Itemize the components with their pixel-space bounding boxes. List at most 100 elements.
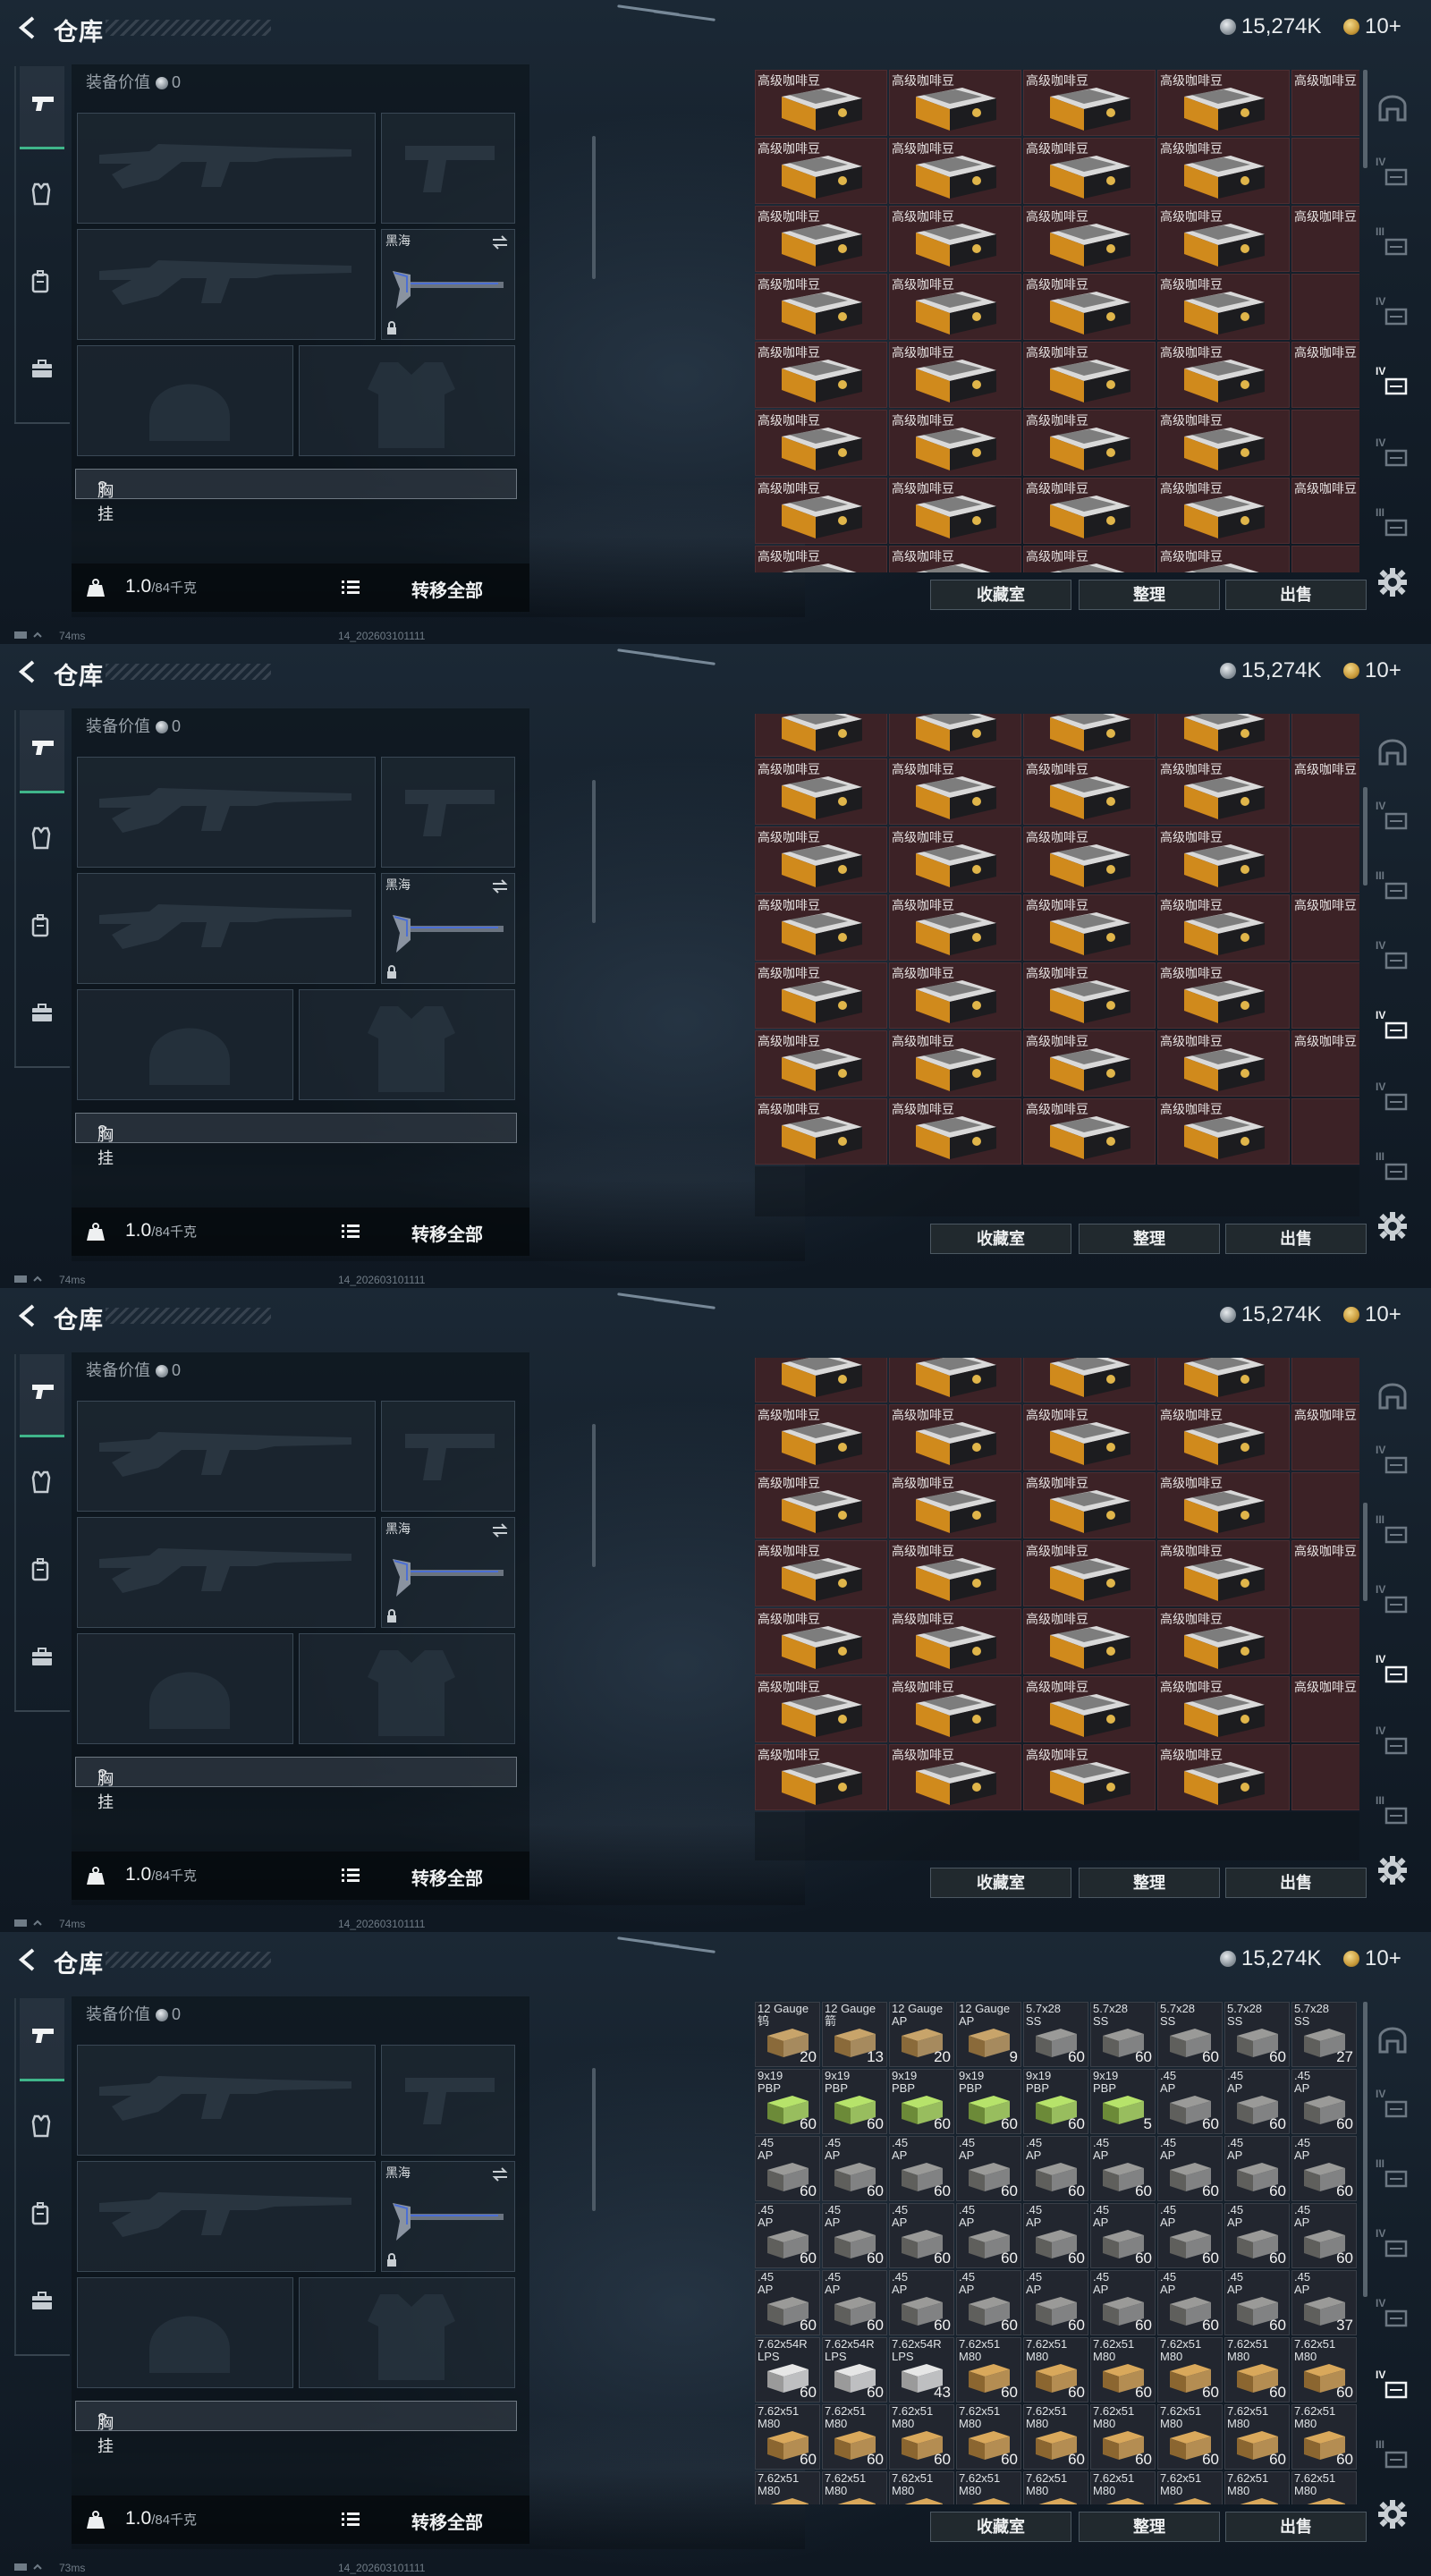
ammo-item[interactable]: .45 AP 60	[1090, 2270, 1156, 2335]
ammo-item[interactable]: 9x19 PBP 60	[822, 2069, 887, 2134]
ammo-item[interactable]: .45 AP 60	[1291, 2069, 1357, 2134]
coffee-item[interactable]: 高级咖啡豆	[1157, 410, 1290, 476]
vault-button[interactable]: 收藏室	[930, 580, 1071, 610]
melee-slot[interactable]: 黑海	[381, 2161, 515, 2272]
coffee-item[interactable]: 高级咖啡豆	[755, 826, 887, 893]
ammo-item[interactable]: 5.7x28 SS 27	[1291, 2002, 1357, 2067]
tab-weapons[interactable]	[20, 710, 64, 793]
coffee-item[interactable]: 高级咖啡豆	[889, 138, 1021, 204]
equipment-scrollbar[interactable]	[592, 780, 596, 923]
secondary-weapon-slot[interactable]	[77, 873, 376, 984]
ammo-item[interactable]: 9x19 PBP 60	[956, 2069, 1021, 2134]
storage-home-tab[interactable]	[1370, 86, 1420, 131]
tab-weapons[interactable]	[20, 1998, 64, 2081]
list-icon[interactable]	[342, 2512, 360, 2526]
coffee-item[interactable]: 高级咖啡豆	[1157, 478, 1290, 544]
coffee-bag-item[interactable]: 高级咖啡豆	[1291, 894, 1359, 961]
ammo-item[interactable]: .45 AP 60	[956, 2136, 1021, 2201]
coffee-item[interactable]: 高级咖啡豆	[1157, 206, 1290, 272]
coffee-bag-item[interactable]	[1291, 714, 1359, 757]
coffee-item[interactable]: 高级咖啡豆	[1023, 478, 1156, 544]
storage-page-tab[interactable]: IV	[1370, 1440, 1420, 1485]
armor-slot[interactable]	[299, 989, 515, 1100]
coffee-item[interactable]: 高级咖啡豆	[1023, 1744, 1156, 1810]
coffee-bag-item[interactable]	[1291, 138, 1359, 204]
transfer-all-button[interactable]: 转移全部	[411, 1220, 483, 1246]
coffee-bag-item[interactable]	[1291, 1608, 1359, 1674]
ammo-item[interactable]: 7.62x51 M80	[822, 2471, 887, 2504]
ammo-item[interactable]: .45 AP 60	[755, 2136, 820, 2201]
coffee-item[interactable]: 高级咖啡豆	[889, 1540, 1021, 1606]
coffee-item[interactable]: 高级咖啡豆	[1023, 1608, 1156, 1674]
helmet-slot[interactable]	[77, 345, 293, 456]
equipment-scrollbar[interactable]	[592, 1424, 596, 1567]
coffee-item[interactable]: 高级咖啡豆	[889, 714, 1021, 757]
coffee-item[interactable]: 高级咖啡豆	[1157, 758, 1290, 825]
sell-button[interactable]: 出售	[1225, 2512, 1367, 2542]
storage-page-tab[interactable]: III	[1370, 1791, 1420, 1835]
ammo-item[interactable]: 7.62x51 M80 60	[1224, 2404, 1290, 2470]
coffee-item[interactable]: 高级咖啡豆	[1157, 1676, 1290, 1742]
ammo-item[interactable]: .45 AP 60	[1157, 2203, 1223, 2268]
back-arrow-icon[interactable]	[14, 1302, 41, 1329]
storage-page-tab[interactable]: IV	[1370, 936, 1420, 980]
settings-gear-icon[interactable]	[1377, 567, 1408, 597]
storage-page-tab[interactable]: IV	[1370, 361, 1420, 406]
storage-page-tab[interactable]: IV	[1370, 1649, 1420, 1694]
coffee-item[interactable]: 高级咖啡豆	[755, 1030, 887, 1097]
ammo-item[interactable]: 7.62x51 M80	[956, 2471, 1021, 2504]
coffee-item[interactable]: 高级咖啡豆	[755, 894, 887, 961]
vault-button[interactable]: 收藏室	[930, 1868, 1071, 1898]
ammo-item[interactable]: 7.62x51 M80 60	[1291, 2404, 1357, 2470]
equipment-scrollbar[interactable]	[592, 136, 596, 279]
coffee-item[interactable]: 高级咖啡豆	[1023, 826, 1156, 893]
coffee-bag-item[interactable]: 高级咖啡豆	[1291, 1676, 1359, 1742]
ammo-item[interactable]: 7.62x51 M80 60	[1023, 2337, 1088, 2402]
coffee-item[interactable]: 高级咖啡豆	[1023, 342, 1156, 408]
coffee-bag-item[interactable]	[1291, 1098, 1359, 1165]
tab-backpack[interactable]	[20, 887, 64, 968]
storage-page-tab[interactable]: III	[1370, 503, 1420, 547]
ammo-item[interactable]: 7.62x51 M80 60	[1090, 2404, 1156, 2470]
coffee-item[interactable]: 高级咖啡豆	[1023, 206, 1156, 272]
storage-page-tab[interactable]: IV	[1370, 1005, 1420, 1050]
coffee-item[interactable]: 高级咖啡豆	[889, 546, 1021, 572]
secondary-weapon-slot[interactable]	[77, 2161, 376, 2272]
helmet-slot[interactable]	[77, 989, 293, 1100]
coffee-bag-item[interactable]: 高级咖啡豆	[1291, 342, 1359, 408]
inventory-scrollbar[interactable]	[1363, 787, 1367, 886]
storage-page-tab[interactable]: IV	[1370, 152, 1420, 197]
coffee-bag-item[interactable]	[1291, 1744, 1359, 1810]
chest-rig-slot[interactable]: 胸挂 ?	[75, 1113, 517, 1167]
ammo-item[interactable]: 7.62x51 M80 60	[956, 2337, 1021, 2402]
coffee-item[interactable]: 高级咖啡豆	[1157, 1030, 1290, 1097]
ammo-item[interactable]: .45 AP 60	[889, 2203, 954, 2268]
ammo-item[interactable]: 7.62x51 M80	[755, 2471, 820, 2504]
coffee-item[interactable]: 高级咖啡豆	[1157, 274, 1290, 340]
ammo-item[interactable]: .45 AP 60	[1023, 2270, 1088, 2335]
ammo-item[interactable]: 5.7x28 SS 60	[1090, 2002, 1156, 2067]
tab-weapons[interactable]	[20, 1354, 64, 1437]
secondary-weapon-slot[interactable]	[77, 1517, 376, 1628]
coffee-item[interactable]: 高级咖啡豆	[1023, 1472, 1156, 1538]
ammo-item[interactable]: 7.62x54R LPS 60	[822, 2337, 887, 2402]
primary-weapon-slot[interactable]	[77, 757, 376, 868]
ammo-item[interactable]: 7.62x51 M80	[1090, 2471, 1156, 2504]
equipment-scrollbar[interactable]	[592, 2068, 596, 2211]
tab-armor[interactable]	[20, 800, 64, 880]
coffee-bag-item[interactable]	[1291, 546, 1359, 572]
ammo-item[interactable]: 7.62x51 M80 60	[1224, 2337, 1290, 2402]
melee-slot[interactable]: 黑海	[381, 1517, 515, 1628]
coffee-item[interactable]: 高级咖啡豆	[755, 546, 887, 572]
back-arrow-icon[interactable]	[14, 658, 41, 685]
coffee-item[interactable]: 高级咖啡豆	[755, 1358, 887, 1402]
coffee-bag-item[interactable]	[1291, 962, 1359, 1029]
coffee-item[interactable]: 高级咖啡豆	[755, 1676, 887, 1742]
list-icon[interactable]	[342, 1868, 360, 1882]
coffee-item[interactable]: 高级咖啡豆	[889, 1608, 1021, 1674]
sell-button[interactable]: 出售	[1225, 580, 1367, 610]
ammo-item[interactable]: .45 AP 60	[755, 2203, 820, 2268]
ammo-item[interactable]: .45 AP 60	[755, 2270, 820, 2335]
storage-page-tab[interactable]: IV	[1370, 2293, 1420, 2338]
coffee-bag-item[interactable]: 高级咖啡豆	[1291, 1404, 1359, 1470]
